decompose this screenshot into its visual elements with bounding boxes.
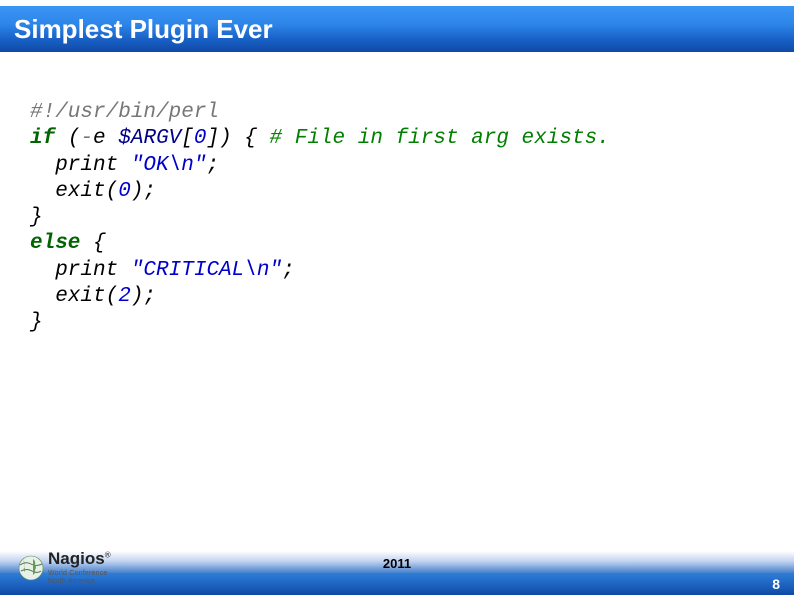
code-text: { (80, 232, 105, 255)
code-text: print (30, 154, 131, 177)
slide: Simplest Plugin Ever #!/usr/bin/perl if … (0, 0, 794, 595)
footer: 2011 8 (0, 551, 794, 595)
code-text: } (30, 206, 43, 229)
code-block: #!/usr/bin/perl if (-e $ARGV[0]) { # Fil… (30, 100, 750, 336)
code-num: 2 (118, 285, 131, 308)
code-comment: # File in first arg exists. (270, 127, 610, 150)
code-text: e (93, 127, 118, 150)
code-text: ); (131, 285, 156, 308)
code-text: [ (181, 127, 194, 150)
slide-title: Simplest Plugin Ever (14, 14, 273, 45)
code-text: ; (206, 154, 219, 177)
logo-name: Nagios (48, 549, 105, 568)
footer-year: 2011 (0, 556, 794, 571)
code-text: ]) { (207, 127, 270, 150)
code-shebang: #!/usr/bin/perl (30, 101, 219, 124)
code-text: ); (131, 180, 156, 203)
globe-icon (18, 555, 44, 581)
code-if: if (30, 127, 55, 150)
code-text: exit( (30, 180, 118, 203)
code-str: "CRITICAL\n" (131, 259, 282, 282)
code-num: 0 (194, 127, 207, 150)
page-number: 8 (772, 576, 780, 592)
title-bar: Simplest Plugin Ever (0, 6, 794, 52)
nagios-logo: Nagios® World Conference North America (18, 550, 111, 585)
code-text: ; (282, 259, 295, 282)
code-text: ( (55, 127, 80, 150)
logo-sub2: North America (48, 578, 111, 585)
code-num: 0 (118, 180, 131, 203)
code-text: print (30, 259, 131, 282)
logo-text-block: Nagios® World Conference North America (48, 550, 111, 585)
code-text: exit( (30, 285, 118, 308)
logo-reg: ® (105, 551, 111, 560)
footer-bar (0, 573, 794, 595)
code-op: - (80, 127, 93, 150)
code-var: $ARGV (118, 127, 181, 150)
code-str: "OK\n" (131, 154, 207, 177)
code-else: else (30, 232, 80, 255)
code-text: } (30, 311, 43, 334)
logo-sub1: World Conference (48, 570, 111, 577)
